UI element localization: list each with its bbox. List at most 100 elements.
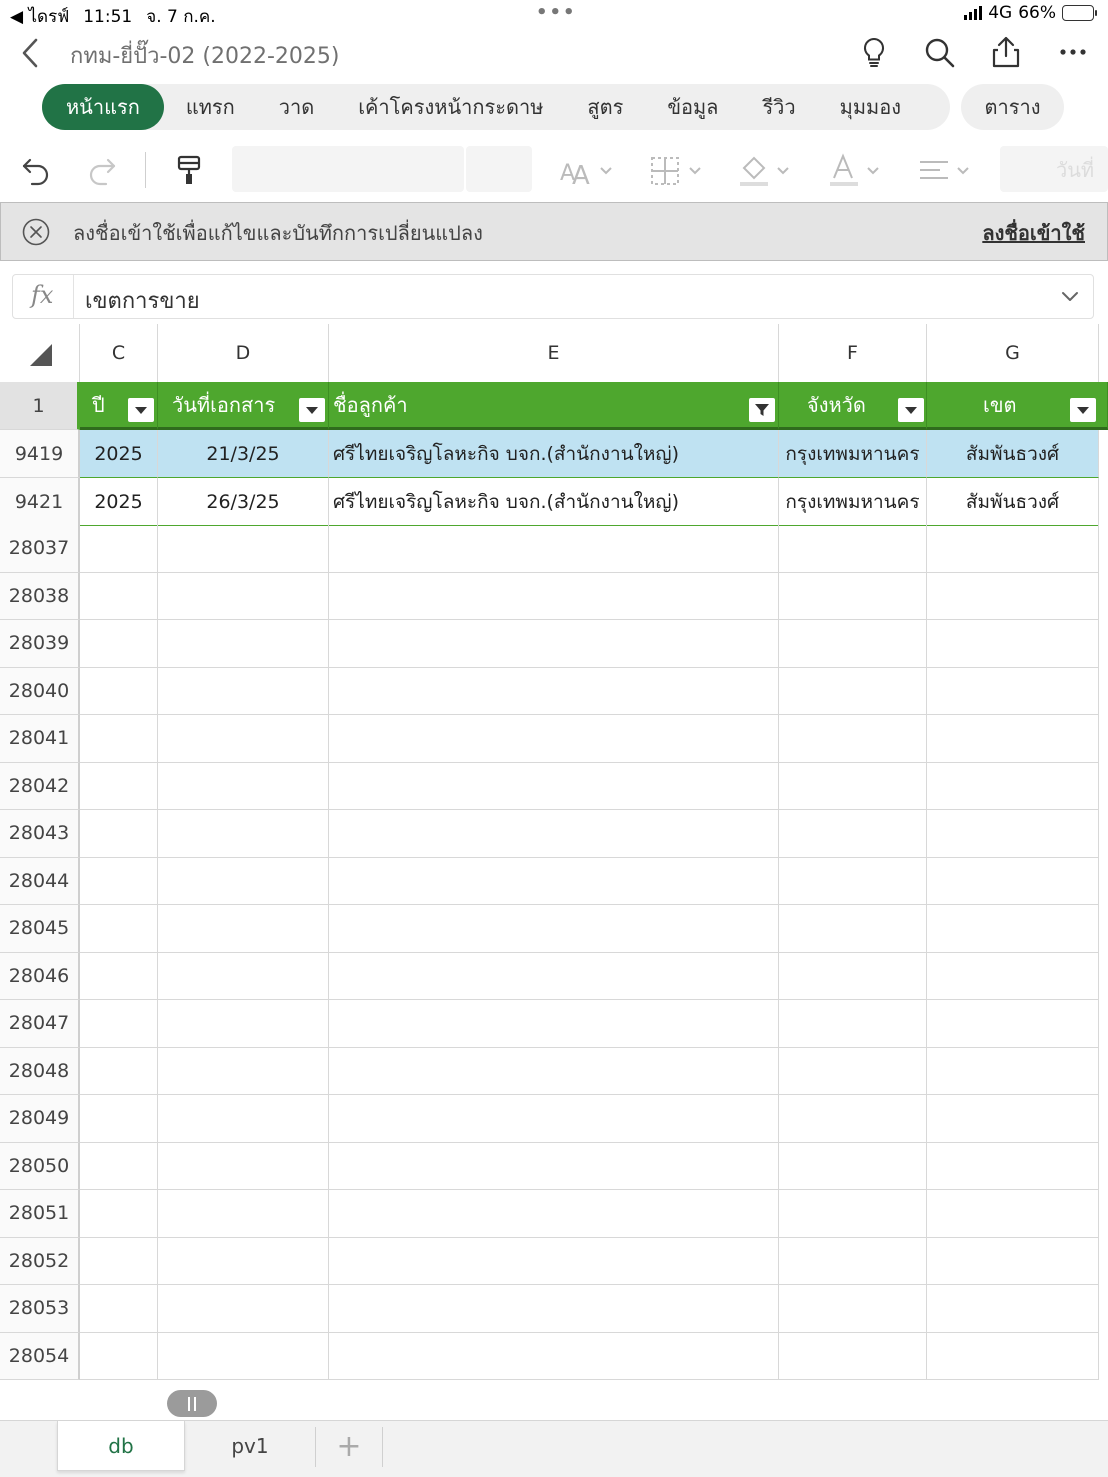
row-header[interactable]: 28045 (0, 905, 80, 953)
empty-cell[interactable] (329, 620, 779, 668)
lightbulb-icon[interactable] (856, 34, 892, 70)
cell-zone[interactable]: สัมพันธวงศ์ (927, 430, 1099, 478)
formula-bar[interactable]: fx เขตการขาย (12, 274, 1094, 319)
empty-cell[interactable] (927, 525, 1099, 573)
formula-value[interactable]: เขตการขาย (85, 283, 200, 318)
empty-cell[interactable] (80, 1332, 158, 1380)
fill-color-icon[interactable] (736, 152, 796, 188)
empty-cell[interactable] (158, 1047, 329, 1095)
empty-cell[interactable] (158, 1285, 329, 1333)
empty-cell[interactable] (779, 952, 927, 1000)
font-size-icon[interactable]: AA (558, 152, 618, 188)
row-header[interactable]: 28044 (0, 857, 80, 905)
empty-cell[interactable] (329, 1142, 779, 1190)
empty-cell[interactable] (80, 857, 158, 905)
cell-doc-date[interactable]: 26/3/25 (158, 478, 329, 526)
empty-cell[interactable] (158, 905, 329, 953)
empty-cell[interactable] (779, 762, 927, 810)
empty-cell[interactable] (158, 1332, 329, 1380)
empty-cell[interactable] (329, 1285, 779, 1333)
empty-cell[interactable] (329, 762, 779, 810)
horizontal-scrollbar-thumb[interactable] (167, 1390, 217, 1417)
row-header[interactable]: 28037 (0, 525, 80, 573)
table-row[interactable]: 28040 (0, 667, 1108, 715)
row-header[interactable]: 28050 (0, 1142, 80, 1190)
tab-review[interactable]: รีวิว (740, 84, 817, 130)
empty-cell[interactable] (80, 1047, 158, 1095)
sheet-tab-pv1[interactable]: pv1 (186, 1421, 314, 1471)
row-header[interactable]: 28048 (0, 1047, 80, 1095)
empty-cell[interactable] (80, 810, 158, 858)
empty-cell[interactable] (779, 1190, 927, 1238)
empty-cell[interactable] (927, 857, 1099, 905)
share-icon[interactable] (988, 34, 1024, 70)
cell-year[interactable]: 2025 (80, 478, 158, 526)
empty-cell[interactable] (779, 1000, 927, 1048)
search-icon[interactable] (921, 34, 957, 70)
signin-link[interactable]: ลงชื่อเข้าใช้ (982, 217, 1085, 249)
back-chevron-icon[interactable] (16, 36, 46, 70)
tab-insert[interactable]: แทรก (164, 84, 257, 130)
empty-cell[interactable] (158, 525, 329, 573)
empty-cell[interactable] (329, 525, 779, 573)
table-row[interactable]: 28046 (0, 952, 1108, 1000)
empty-cell[interactable] (158, 572, 329, 620)
row-header[interactable]: 28038 (0, 572, 80, 620)
empty-cell[interactable] (158, 952, 329, 1000)
table-row[interactable]: 28053 (0, 1285, 1108, 1333)
empty-cell[interactable] (329, 1095, 779, 1143)
column-header-c[interactable]: C (80, 324, 158, 382)
empty-cell[interactable] (779, 715, 927, 763)
empty-cell[interactable] (158, 1237, 329, 1285)
row-header[interactable]: 28040 (0, 667, 80, 715)
table-row[interactable]: 28050 (0, 1142, 1108, 1190)
column-header-d[interactable]: D (158, 324, 329, 382)
table-row[interactable]: 9421 2025 26/3/25 ศรีไทยเจริญโลหะกิจ บจก… (0, 478, 1108, 526)
empty-cell[interactable] (927, 715, 1099, 763)
empty-cell[interactable] (80, 667, 158, 715)
column-header-f[interactable]: F (779, 324, 927, 382)
table-row[interactable]: 28045 (0, 905, 1108, 953)
empty-cell[interactable] (329, 572, 779, 620)
filter-dropdown-icon[interactable] (299, 398, 325, 422)
empty-cell[interactable] (80, 1190, 158, 1238)
column-header-e[interactable]: E (329, 324, 779, 382)
empty-cell[interactable] (158, 1142, 329, 1190)
row-header[interactable]: 28052 (0, 1237, 80, 1285)
table-row[interactable]: 28041 (0, 715, 1108, 763)
row-header[interactable]: 9419 (0, 430, 80, 478)
empty-cell[interactable] (329, 1190, 779, 1238)
empty-cell[interactable] (158, 667, 329, 715)
empty-cell[interactable] (158, 810, 329, 858)
empty-cell[interactable] (779, 1095, 927, 1143)
empty-cell[interactable] (80, 905, 158, 953)
header-cell-customer[interactable]: ชื่อลูกค้า (329, 382, 779, 430)
table-row[interactable]: 28042 (0, 762, 1108, 810)
empty-cell[interactable] (158, 715, 329, 763)
row-header[interactable]: 28047 (0, 1000, 80, 1048)
sheet-tab-db[interactable]: db (57, 1421, 185, 1471)
empty-cell[interactable] (779, 667, 927, 715)
font-color-icon[interactable] (826, 152, 886, 188)
empty-cell[interactable] (80, 1095, 158, 1143)
empty-cell[interactable] (158, 620, 329, 668)
empty-cell[interactable] (927, 762, 1099, 810)
row-header[interactable]: 28053 (0, 1285, 80, 1333)
empty-cell[interactable] (779, 1332, 927, 1380)
cell-zone[interactable]: สัมพันธวงศ์ (927, 478, 1099, 526)
redo-icon[interactable] (86, 152, 118, 188)
empty-cell[interactable] (927, 1332, 1099, 1380)
row-header[interactable]: 28041 (0, 715, 80, 763)
empty-cell[interactable] (329, 1047, 779, 1095)
empty-cell[interactable] (779, 620, 927, 668)
table-row[interactable]: 28048 (0, 1047, 1108, 1095)
empty-cell[interactable] (329, 667, 779, 715)
column-header-g[interactable]: G (927, 324, 1099, 382)
table-row[interactable]: 28049 (0, 1095, 1108, 1143)
empty-cell[interactable] (927, 810, 1099, 858)
empty-cell[interactable] (927, 572, 1099, 620)
align-icon[interactable] (916, 152, 976, 188)
filter-dropdown-icon[interactable] (1070, 398, 1096, 422)
empty-cell[interactable] (329, 1332, 779, 1380)
empty-cell[interactable] (927, 1047, 1099, 1095)
